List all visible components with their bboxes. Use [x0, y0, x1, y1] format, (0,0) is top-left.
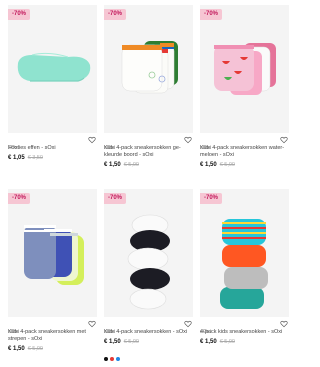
discount-badge: -70%: [200, 193, 223, 204]
sock-illustration: [127, 214, 170, 310]
color-swatch[interactable]: [116, 357, 120, 361]
discount-badge: -70%: [104, 193, 127, 204]
product-card[interactable]: -70% sOxi Kids 4-pack sneakersokken wate…: [200, 5, 289, 169]
product-image[interactable]: -70%: [200, 5, 289, 133]
sock-illustration: [220, 219, 268, 309]
discount-badge: -70%: [8, 193, 31, 204]
discount-badge: -70%: [8, 9, 31, 20]
product-name[interactable]: Kids 4-pack sneakersokken - sOxi: [104, 329, 193, 336]
sale-price: € 1,50: [104, 339, 121, 345]
sock-illustration: [17, 52, 91, 82]
product-card[interactable]: -70% sOxi Kids 4-pack sneakersokken - sO…: [104, 189, 193, 361]
product-name[interactable]: 4-pack kids sneakersokken - sOxi: [200, 329, 289, 336]
product-image[interactable]: -70%: [200, 189, 289, 317]
original-price: € 5,00: [27, 346, 43, 352]
sock-illustration: [214, 43, 276, 95]
original-price: € 5,00: [123, 339, 139, 345]
top-strip: [0, 0, 295, 4]
brand-label: sOxi: [104, 329, 115, 335]
original-price: € 3,50: [27, 155, 43, 161]
original-price: € 5,00: [219, 339, 235, 345]
product-image[interactable]: -70%: [104, 5, 193, 133]
brand-label: sOxi: [8, 145, 19, 151]
sale-price: € 1,50: [104, 162, 121, 168]
heart-icon[interactable]: [88, 320, 96, 328]
sale-price: € 1,05: [8, 155, 25, 161]
product-name[interactable]: Footies effen - sOxi: [8, 145, 97, 152]
heart-icon[interactable]: [184, 320, 192, 328]
product-card[interactable]: -70% sOxi Footies effen - sOxi € 1,05 € 3…: [8, 5, 97, 162]
product-image[interactable]: -70%: [104, 189, 193, 317]
brand-label: sOxi: [200, 145, 211, 151]
sale-price: € 1,50: [8, 346, 25, 352]
product-card[interactable]: -70% sOxi Kids 4-pack sneakersokken ge-k…: [104, 5, 193, 169]
product-name[interactable]: Kids 4-pack sneakersokken water-meloen -…: [200, 145, 289, 159]
color-swatches: [104, 348, 193, 361]
color-swatch[interactable]: [104, 357, 108, 361]
sock-illustration: [24, 225, 84, 285]
product-name[interactable]: Kids 4-pack sneakersokken met strepen - …: [8, 329, 97, 343]
heart-icon[interactable]: [280, 320, 288, 328]
product-image[interactable]: -70%: [8, 189, 97, 317]
color-swatch[interactable]: [110, 357, 114, 361]
product-name[interactable]: Kids 4-pack sneakersokken ge-kleurde boo…: [104, 145, 193, 159]
original-price: € 5,00: [219, 162, 235, 168]
sale-price: € 1,50: [200, 339, 217, 345]
discount-badge: -70%: [104, 9, 127, 20]
brand-label: sOxi: [8, 329, 19, 335]
brand-label: sOxi: [104, 145, 115, 151]
heart-icon[interactable]: [280, 136, 288, 144]
product-card[interactable]: -70% sOxi 4-pack kids sneakersokken - sO…: [200, 189, 289, 346]
brand-label: sOxi: [200, 329, 211, 335]
original-price: € 5,00: [123, 162, 139, 168]
sale-price: € 1,50: [200, 162, 217, 168]
sock-illustration: [121, 41, 178, 94]
product-card[interactable]: -70% sOxi Kids 4-pack sneakersokken met …: [8, 189, 97, 353]
heart-icon[interactable]: [184, 136, 192, 144]
discount-badge: -70%: [200, 9, 223, 20]
heart-icon[interactable]: [88, 136, 96, 144]
product-image[interactable]: -70%: [8, 5, 97, 133]
